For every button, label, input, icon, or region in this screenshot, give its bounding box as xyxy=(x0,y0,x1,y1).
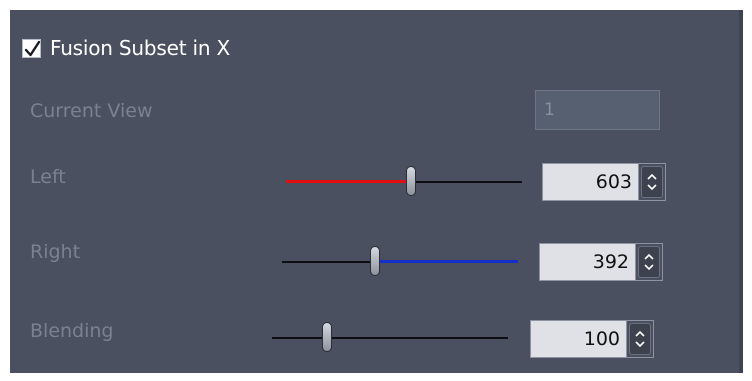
left-spinbox[interactable]: 603 xyxy=(542,163,666,201)
right-spinbox[interactable]: 392 xyxy=(539,243,663,281)
blending-spin-buttons[interactable] xyxy=(626,321,653,357)
right-value-input[interactable]: 392 xyxy=(540,244,635,280)
blending-slider-thumb[interactable] xyxy=(322,322,332,352)
current-view-label: Current View xyxy=(30,100,153,122)
left-value-input[interactable]: 603 xyxy=(543,164,638,200)
left-slider-thumb[interactable] xyxy=(406,166,416,196)
left-label: Left xyxy=(30,166,66,188)
blending-slider-track xyxy=(272,337,508,339)
right-slider[interactable] xyxy=(282,246,518,276)
current-view-field: 1 xyxy=(535,90,660,130)
fusion-subset-panel: Fusion Subset in X Current View 1 Left 6… xyxy=(10,10,743,373)
checkmark-icon xyxy=(24,40,41,56)
fusion-subset-checkbox[interactable] xyxy=(22,38,41,58)
left-slider-fill xyxy=(286,180,411,183)
window: Fusion Subset in X Current View 1 Left 6… xyxy=(0,0,752,381)
spin-arrows-icon xyxy=(644,253,654,271)
panel-edge xyxy=(739,10,743,373)
fusion-subset-toggle[interactable]: Fusion Subset in X xyxy=(22,33,230,63)
blending-slider[interactable] xyxy=(272,322,508,352)
blending-value-input[interactable]: 100 xyxy=(531,321,626,357)
left-slider[interactable] xyxy=(286,166,522,196)
right-slider-fill xyxy=(375,260,518,263)
blending-label: Blending xyxy=(30,320,114,342)
right-spin-buttons[interactable] xyxy=(635,244,662,280)
spin-arrows-icon xyxy=(635,330,645,348)
blending-spinbox[interactable]: 100 xyxy=(530,320,654,358)
right-slider-thumb[interactable] xyxy=(370,246,380,276)
fusion-subset-label: Fusion Subset in X xyxy=(50,36,231,60)
spin-arrows-icon xyxy=(647,173,657,191)
left-spin-buttons[interactable] xyxy=(638,164,665,200)
right-label: Right xyxy=(30,241,81,263)
